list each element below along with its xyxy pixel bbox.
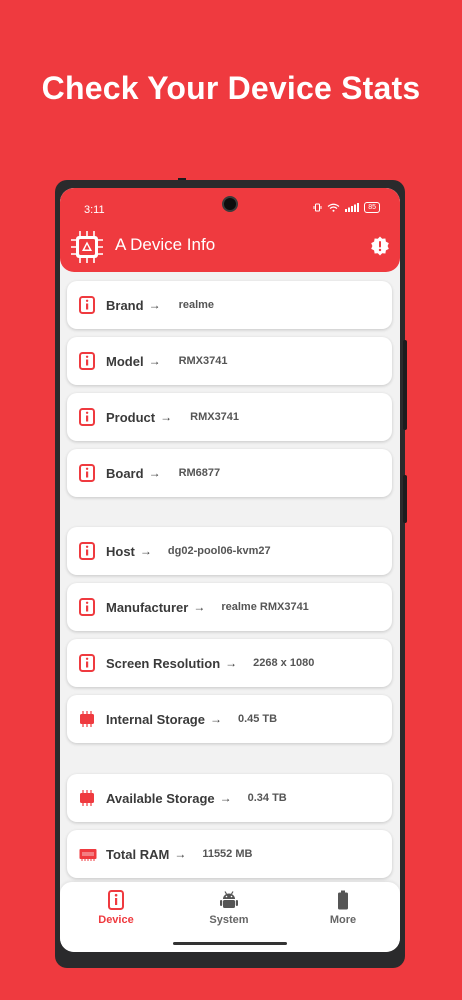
info-card-host[interactable]: Host → dg02-pool06-kvm27 — [67, 527, 392, 575]
info-card-total-ram[interactable]: Total RAM → 11552 MB — [67, 830, 392, 878]
app-title: A Device Info — [115, 235, 216, 254]
info-card-internal-storage[interactable]: Internal Storage → 0.45 TB — [67, 695, 392, 743]
vibrate-icon — [313, 203, 322, 212]
nav-tab-device[interactable]: Device — [76, 890, 156, 926]
info-card-manufacturer[interactable]: Manufacturer → realme RMX3741 — [67, 583, 392, 631]
card-value: 11552 MB — [202, 848, 253, 860]
card-value: 0.45 TB — [237, 713, 278, 725]
card-value: 2268 x 1080 — [253, 657, 315, 669]
card-label: Screen Resolution — [106, 655, 221, 671]
info-card-brand[interactable]: Brand → realme — [67, 281, 392, 329]
battery-indicator: 85 — [364, 202, 380, 213]
info-card-product[interactable]: Product → RMX3741 — [67, 393, 392, 441]
alert-icon[interactable] — [370, 236, 390, 256]
info-icon — [79, 296, 95, 314]
battery-icon — [338, 890, 348, 910]
arrow-icon: → — [160, 410, 173, 424]
info-icon — [79, 542, 95, 560]
card-label: Board — [106, 465, 144, 481]
front-camera — [222, 196, 238, 212]
info-icon — [79, 598, 95, 616]
nav-tab-system[interactable]: System — [189, 890, 269, 926]
card-value: RMX3741 — [178, 355, 228, 367]
home-indicator[interactable] — [173, 942, 287, 945]
headline: Check Your Device Stats — [41, 70, 421, 106]
status-time: 3:11 — [84, 204, 105, 216]
android-icon — [220, 891, 238, 908]
info-card-available-storage[interactable]: Available Storage → 0.34 TB — [67, 774, 392, 822]
card-value: realme — [178, 299, 215, 311]
app-bar: 3:11 85 A Device Info — [60, 188, 400, 272]
phone-screen: 3:11 85 A Device Info Brand → realme Mod… — [60, 188, 400, 952]
card-label: Internal Storage — [106, 711, 205, 727]
arrow-icon: → — [209, 712, 222, 726]
card-value: dg02-pool06-kvm27 — [167, 545, 271, 557]
info-icon — [79, 352, 95, 370]
nav-label: More — [329, 914, 357, 926]
card-label: Total RAM — [106, 846, 170, 862]
arrow-icon: → — [225, 656, 238, 670]
arrow-icon: → — [174, 847, 187, 861]
arrow-icon: → — [139, 544, 152, 558]
card-value: realme RMX3741 — [221, 601, 309, 613]
nav-label: System — [209, 914, 249, 926]
arrow-icon: → — [148, 298, 161, 312]
info-icon — [79, 654, 95, 672]
card-label: Model — [106, 353, 144, 369]
nav-label: Device — [98, 914, 134, 926]
status-icons: 85 — [313, 202, 380, 213]
info-card-model[interactable]: Model → RMX3741 — [67, 337, 392, 385]
info-icon — [79, 464, 95, 482]
device-icon — [108, 890, 124, 910]
card-value: RMX3741 — [190, 411, 240, 423]
card-label: Product — [106, 409, 156, 425]
storage-icon — [80, 711, 94, 727]
power-button — [403, 475, 407, 523]
info-card-board[interactable]: Board → RM6877 — [67, 449, 392, 497]
nav-tab-more[interactable]: More — [303, 890, 383, 926]
card-label: Manufacturer — [106, 599, 189, 615]
arrow-icon: → — [219, 791, 232, 805]
card-label: Brand — [106, 297, 144, 313]
card-label: Host — [106, 543, 135, 559]
arrow-icon: → — [148, 466, 161, 480]
signal-icon — [345, 203, 360, 212]
card-value: 0.34 TB — [247, 792, 287, 804]
arrow-icon: → — [148, 354, 161, 368]
ram-icon — [79, 849, 97, 861]
wifi-icon — [327, 203, 340, 212]
info-card-screen-resolution[interactable]: Screen Resolution → 2268 x 1080 — [67, 639, 392, 687]
storage-icon — [80, 790, 94, 806]
card-label: Available Storage — [106, 790, 215, 806]
info-icon — [79, 408, 95, 426]
volume-button — [403, 340, 407, 430]
bottom-navigation: Device System More — [60, 882, 400, 952]
card-value: RM6877 — [178, 467, 221, 479]
app-logo-chip-icon — [71, 231, 103, 263]
arrow-icon: → — [193, 600, 206, 614]
